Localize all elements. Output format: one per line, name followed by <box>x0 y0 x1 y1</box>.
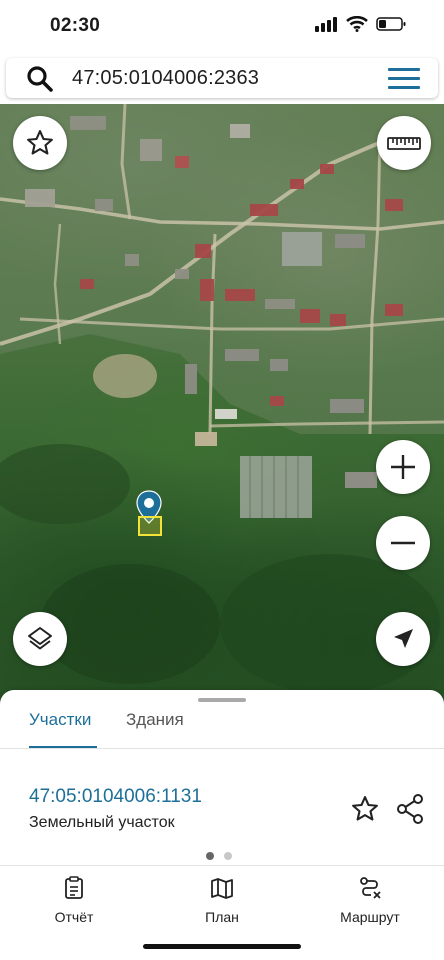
map-imagery <box>0 104 444 694</box>
locate-button[interactable] <box>376 612 430 666</box>
parcel-cadastral-number[interactable]: 47:05:0104006:1131 <box>29 786 202 808</box>
page-dot-2[interactable] <box>224 852 232 860</box>
nav-report-label: Отчёт <box>54 909 94 925</box>
battery-icon <box>376 17 406 31</box>
zoom-out-icon <box>391 541 415 545</box>
status-icons <box>314 16 406 32</box>
zoom-in-icon <box>391 455 415 479</box>
status-time: 02:30 <box>50 15 101 36</box>
nav-route-button[interactable]: Маршрут <box>328 876 412 925</box>
home-indicator[interactable] <box>143 944 301 949</box>
status-bar: 02:30 <box>0 0 444 52</box>
card-divider <box>0 865 444 866</box>
nav-report-button[interactable]: Отчёт <box>42 876 106 925</box>
tab-buildings[interactable]: Здания <box>126 710 184 730</box>
favorite-button[interactable] <box>13 116 67 170</box>
satellite-map[interactable] <box>0 104 444 704</box>
layers-button[interactable] <box>13 612 67 666</box>
nav-route-label: Маршрут <box>340 909 400 925</box>
tab-parcels[interactable]: Участки <box>29 710 91 730</box>
route-icon <box>360 877 381 899</box>
sheet-grabber[interactable] <box>198 698 246 702</box>
tab-divider <box>0 748 444 749</box>
favorite-star-icon[interactable] <box>350 794 380 824</box>
page-indicator <box>206 852 232 860</box>
nav-plan-label: План <box>205 909 239 925</box>
page-dot-1[interactable] <box>206 852 214 860</box>
wifi-icon <box>346 16 368 32</box>
zoom-in-button[interactable] <box>376 440 430 494</box>
search-input[interactable]: 47:05:0104006:2363 <box>72 67 259 90</box>
star-icon <box>27 130 53 155</box>
ruler-icon <box>387 137 421 150</box>
zoom-out-button[interactable] <box>376 516 430 570</box>
map-plan-icon <box>211 878 233 899</box>
ruler-button[interactable] <box>377 116 431 170</box>
bottom-sheet: Участки Здания 47:05:0104006:1131 Земель… <box>0 690 444 960</box>
report-icon <box>65 876 83 899</box>
parcel-type: Земельный участок <box>29 814 175 831</box>
locate-arrow-icon <box>394 629 413 648</box>
cellular-signal-icon <box>315 17 337 32</box>
share-icon[interactable] <box>396 794 424 824</box>
search-icon[interactable] <box>26 65 54 93</box>
search-bar[interactable]: 47:05:0104006:2363 <box>6 58 438 98</box>
nav-plan-button[interactable]: План <box>190 876 254 925</box>
hamburger-menu-icon[interactable] <box>388 68 420 89</box>
land-plot-outline[interactable] <box>138 516 162 536</box>
layers-icon <box>28 627 52 650</box>
